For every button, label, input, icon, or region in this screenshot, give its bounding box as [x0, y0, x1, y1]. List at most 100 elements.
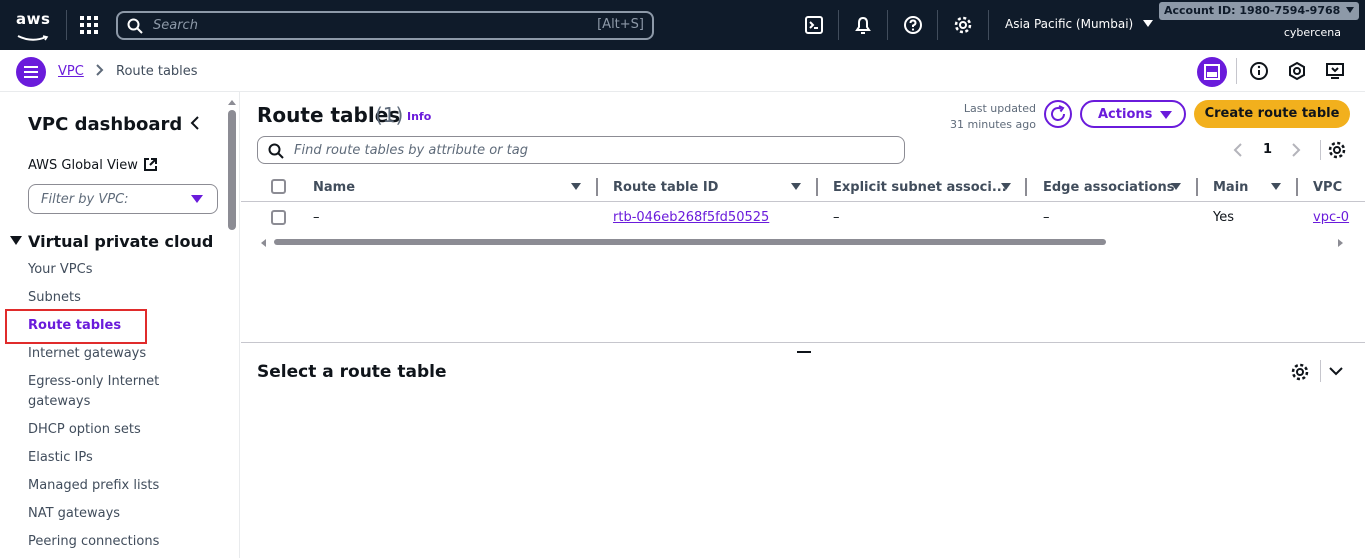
column-resizer[interactable] [1196, 178, 1198, 196]
search-icon [268, 143, 284, 159]
column-header-route-table-id[interactable]: Route table ID [613, 180, 718, 195]
split-panel-toggle[interactable] [1197, 57, 1227, 87]
sidebar-item-internet-gateways[interactable]: Internet gateways [28, 344, 208, 364]
breadcrumb-bar: VPC Route tables [0, 50, 1365, 92]
cell-main: Yes [1213, 210, 1234, 225]
highlight-box [5, 309, 147, 344]
side-nav-toggle-button[interactable] [16, 57, 46, 87]
aws-logo-text: aws [16, 10, 51, 28]
topbar-divider [66, 10, 67, 40]
column-header-edge-associations[interactable]: Edge associations [1043, 180, 1175, 195]
split-panel-divider [241, 342, 1365, 343]
page-number[interactable]: 1 [1263, 142, 1272, 157]
topbar-divider [887, 10, 888, 40]
caret-down-icon [1143, 20, 1154, 27]
sidebar-item-subnets[interactable]: Subnets [28, 288, 208, 308]
next-page-icon[interactable] [1289, 142, 1303, 158]
scrollbar-thumb[interactable] [274, 239, 1106, 245]
sidebar-item-egress-only-internet-gateways[interactable]: Egress-only Internet gateways [28, 372, 208, 412]
info-panel-icon[interactable] [1248, 60, 1270, 82]
scroll-right-icon[interactable] [1338, 239, 1343, 247]
search-shortcut: [Alt+S] [597, 17, 644, 32]
vpc-id-link[interactable]: vpc-0 [1313, 210, 1349, 225]
scroll-up-icon[interactable] [228, 100, 236, 105]
search-input[interactable]: Search [Alt+S] [116, 11, 654, 40]
split-panel-icon [1204, 64, 1220, 80]
sort-icon[interactable] [791, 183, 801, 190]
chevron-down-icon[interactable] [1327, 362, 1345, 380]
sidebar-item-elastic-ips[interactable]: Elastic IPs [28, 448, 208, 468]
sort-icon[interactable] [1271, 183, 1281, 190]
user-name[interactable]: cybercena [1284, 26, 1341, 39]
settings-icon[interactable] [953, 15, 973, 35]
aws-global-view-link[interactable]: AWS Global View [28, 158, 138, 173]
sidebar-item-dhcp-option-sets[interactable]: DHCP option sets [28, 420, 208, 440]
column-resizer[interactable] [816, 178, 818, 196]
breadcrumb-link-vpc[interactable]: VPC [58, 64, 84, 79]
select-all-checkbox[interactable] [271, 179, 286, 194]
actions-label: Actions [1098, 107, 1153, 122]
column-header-name[interactable]: Name [313, 180, 355, 195]
bell-icon[interactable] [853, 15, 873, 35]
aws-logo[interactable]: aws [16, 10, 51, 41]
sort-icon[interactable] [571, 183, 581, 190]
route-table-filter-input[interactable]: Find route tables by attribute or tag [257, 136, 905, 164]
previous-page-icon[interactable] [1231, 142, 1245, 158]
refresh-icon [1051, 105, 1065, 121]
refresh-button[interactable] [1044, 100, 1072, 128]
table-header: Name Route table ID Explicit subnet asso… [241, 172, 1365, 202]
last-updated-label: Last updated [963, 102, 1036, 115]
split-panel-resize-handle[interactable] [797, 351, 811, 353]
account-id: Account ID: 1980-7594-9768 [1164, 4, 1341, 17]
side-navigation: VPC dashboard AWS Global View Filter by … [0, 92, 240, 558]
tutorial-panel-icon[interactable] [1324, 60, 1346, 82]
sidebar-item-your-vpcs[interactable]: Your VPCs [28, 260, 208, 280]
route-table-count: (1) [375, 103, 404, 127]
sidebar-scrollbar[interactable] [228, 100, 236, 558]
filter-by-vpc-select[interactable]: Filter by VPC: [28, 184, 218, 214]
region-label: Asia Pacific (Mumbai) [1005, 17, 1134, 31]
caret-down-icon [1346, 7, 1355, 13]
chevron-right-icon [96, 64, 104, 76]
info-link[interactable]: Info [407, 110, 431, 123]
split-panel-settings-icon[interactable] [1290, 362, 1310, 382]
column-resizer[interactable] [1025, 178, 1027, 196]
sidebar-section-virtual-private-cloud[interactable]: Virtual private cloud [10, 232, 213, 251]
create-route-table-button[interactable]: Create route table [1194, 100, 1350, 128]
collapse-sidebar-icon[interactable] [186, 114, 204, 132]
sidebar-title[interactable]: VPC dashboard [28, 114, 182, 135]
column-header-vpc[interactable]: VPC [1313, 180, 1342, 195]
aws-smile-icon [17, 35, 49, 41]
column-header-main[interactable]: Main [1213, 180, 1248, 195]
cloudshell-icon[interactable] [804, 15, 824, 35]
column-header-explicit-subnet[interactable]: Explicit subnet associ... [833, 180, 1007, 195]
scrollbar-thumb[interactable] [228, 110, 236, 230]
search-icon [127, 18, 143, 34]
sort-icon[interactable] [1171, 183, 1181, 190]
main-content: Route tables (1) Info Last updated 31 mi… [241, 92, 1365, 558]
sidebar-item-peering-connections[interactable]: Peering connections [28, 532, 208, 552]
detail-divider [1320, 360, 1321, 382]
row-checkbox[interactable] [271, 210, 286, 225]
help-icon[interactable] [903, 15, 923, 35]
column-resizer[interactable] [596, 178, 598, 196]
table-preferences-icon[interactable] [1327, 140, 1347, 160]
route-table-id-link[interactable]: rtb-046eb268f5fd50525 [613, 210, 769, 225]
sidebar-item-managed-prefix-lists[interactable]: Managed prefix lists [28, 476, 208, 496]
account-id-badge[interactable]: Account ID: 1980-7594-9768 [1159, 2, 1360, 20]
sidebar-item-nat-gateways[interactable]: NAT gateways [28, 504, 208, 524]
nav-divider [1236, 58, 1237, 84]
security-hub-icon[interactable] [1286, 60, 1308, 82]
filter-placeholder: Find route tables by attribute or tag [294, 143, 528, 158]
breadcrumb-current: Route tables [116, 64, 198, 79]
table-horizontal-scrollbar[interactable] [259, 237, 1349, 247]
sort-icon[interactable] [1001, 183, 1011, 190]
services-grid-icon[interactable] [80, 16, 98, 34]
column-resizer[interactable] [1296, 178, 1298, 196]
cell-edge-associations: – [1043, 210, 1050, 225]
table-row[interactable]: – rtb-046eb268f5fd50525 – – Yes vpc-0 [241, 203, 1365, 233]
region-selector[interactable]: Asia Pacific (Mumbai) [1005, 17, 1154, 31]
caret-down-icon [191, 195, 203, 203]
detail-panel-title: Select a route table [257, 362, 447, 382]
actions-button[interactable]: Actions [1080, 100, 1186, 128]
